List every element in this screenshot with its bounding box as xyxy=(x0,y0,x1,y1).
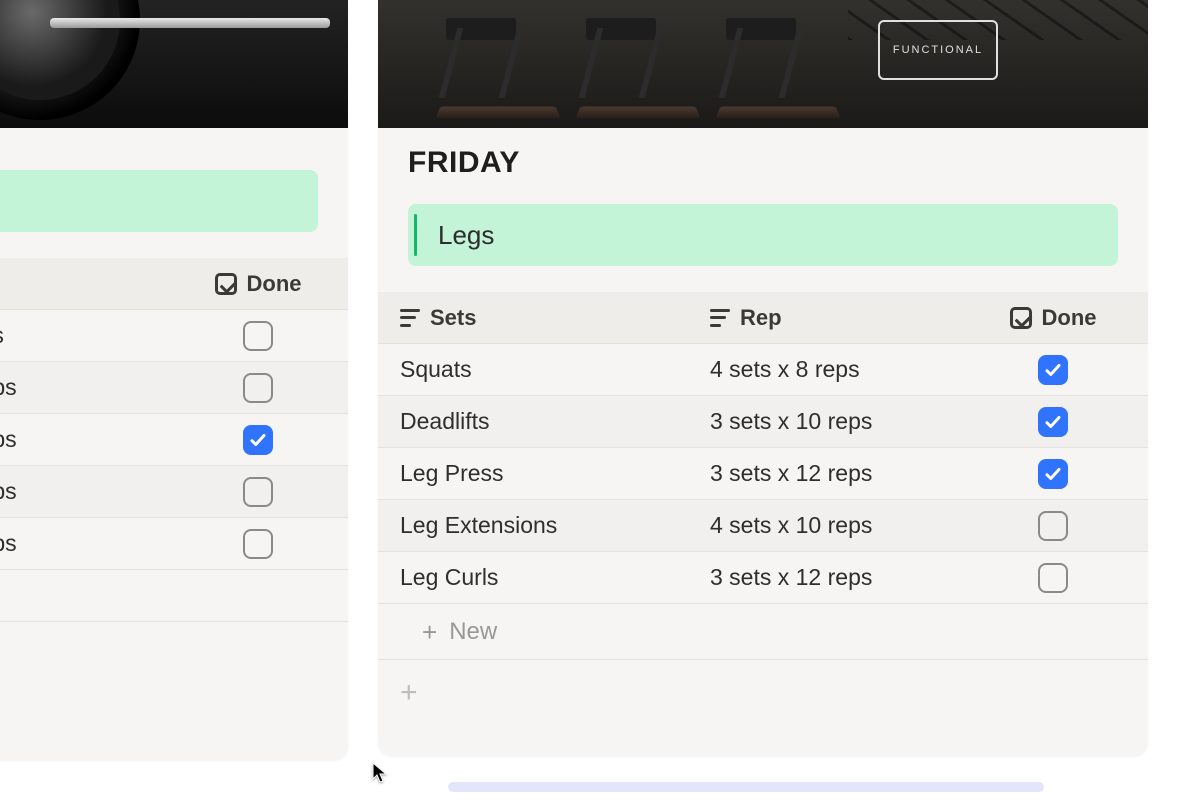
checkbox-header-icon xyxy=(215,273,237,295)
tag-pill-left[interactable] xyxy=(0,170,318,232)
cell-exercise[interactable]: Leg Curls xyxy=(378,564,688,591)
plus-icon: + xyxy=(422,619,437,645)
col-rep-label-right: Rep xyxy=(740,305,782,331)
cell-rep[interactable]: 4 sets x 10 reps xyxy=(688,512,958,539)
day-title-right: FRIDAY xyxy=(408,146,1118,180)
cell-rep[interactable]: x 10 reps xyxy=(0,374,168,401)
cell-done xyxy=(958,563,1148,593)
table-row[interactable]: Leg Press 3 sets x 12 reps xyxy=(378,448,1148,500)
cell-rep[interactable]: x 12 reps xyxy=(0,426,168,453)
table-row[interactable]: x 12 reps xyxy=(0,518,348,570)
table-left: p Done x 8 reps x 10 reps x 12 reps x 10 re… xyxy=(0,258,348,622)
rep-value: x 12 reps xyxy=(0,530,17,557)
col-done-label-left: Done xyxy=(247,271,302,297)
checkbox[interactable] xyxy=(243,425,273,455)
workout-card-left: p Done x 8 reps x 10 reps x 12 reps x 10 re… xyxy=(0,0,348,760)
cell-exercise[interactable]: Leg Extensions xyxy=(378,512,688,539)
rep-value: x 8 reps xyxy=(0,322,4,349)
exercise-name: Leg Curls xyxy=(400,564,498,591)
table-header-right: Sets Rep Done xyxy=(378,292,1148,344)
cell-exercise[interactable]: Leg Press xyxy=(378,460,688,487)
checkbox[interactable] xyxy=(1038,407,1068,437)
cover-sign: FUNCTIONAL xyxy=(878,20,998,80)
table-row[interactable]: Deadlifts 3 sets x 10 reps xyxy=(378,396,1148,448)
col-rep-right[interactable]: Rep xyxy=(688,305,958,331)
cell-done xyxy=(958,459,1148,489)
cell-done xyxy=(958,511,1148,541)
rep-value: 4 sets x 8 reps xyxy=(710,356,860,383)
col-sets-right[interactable]: Sets xyxy=(378,305,688,331)
checkbox-header-icon xyxy=(1010,307,1032,329)
cell-exercise[interactable]: Deadlifts xyxy=(378,408,688,435)
exercise-name: Leg Extensions xyxy=(400,512,557,539)
cover-image-left xyxy=(0,0,348,128)
col-done-right[interactable]: Done xyxy=(958,305,1148,331)
cell-done xyxy=(168,321,348,351)
card-header-left xyxy=(0,128,348,154)
table-row[interactable]: Squats 4 sets x 8 reps xyxy=(378,344,1148,396)
table-row[interactable]: Leg Curls 3 sets x 12 reps xyxy=(378,552,1148,604)
checkbox[interactable] xyxy=(243,373,273,403)
exercise-name: Leg Press xyxy=(400,460,504,487)
new-row-button[interactable]: + New xyxy=(378,604,1148,660)
checkbox[interactable] xyxy=(243,477,273,507)
text-column-icon xyxy=(400,309,420,327)
cell-done xyxy=(168,477,348,507)
col-done-label-right: Done xyxy=(1042,305,1097,331)
col-done-left[interactable]: Done xyxy=(168,271,348,297)
mouse-cursor-icon xyxy=(372,762,388,784)
checkbox[interactable] xyxy=(243,321,273,351)
checkbox[interactable] xyxy=(1038,355,1068,385)
cover-image-right: FUNCTIONAL xyxy=(378,0,1148,128)
table-row[interactable]: Leg Extensions 4 sets x 10 reps xyxy=(378,500,1148,552)
cell-rep[interactable]: x 10 reps xyxy=(0,478,168,505)
checkbox[interactable] xyxy=(1038,511,1068,541)
rep-value: 3 sets x 12 reps xyxy=(710,564,872,591)
rep-value: x 10 reps xyxy=(0,374,17,401)
tag-pill-right[interactable]: Legs xyxy=(408,204,1118,266)
cell-rep[interactable]: 4 sets x 8 reps xyxy=(688,356,958,383)
checkbox[interactable] xyxy=(243,529,273,559)
new-row-label: New xyxy=(449,618,497,646)
rep-value: x 10 reps xyxy=(0,478,17,505)
rep-value: x 12 reps xyxy=(0,426,17,453)
horizontal-scrollbar[interactable] xyxy=(448,782,1044,792)
rep-value: 3 sets x 12 reps xyxy=(710,460,872,487)
cell-done xyxy=(958,355,1148,385)
add-section-button[interactable]: + xyxy=(378,660,1148,726)
exercise-name: Squats xyxy=(400,356,472,383)
cell-rep[interactable]: x 12 reps xyxy=(0,530,168,557)
checkbox[interactable] xyxy=(1038,459,1068,489)
table-row[interactable]: x 12 reps xyxy=(0,414,348,466)
cell-done xyxy=(958,407,1148,437)
text-column-icon xyxy=(710,309,730,327)
cell-done xyxy=(168,373,348,403)
cell-done xyxy=(168,425,348,455)
cell-rep[interactable]: x 8 reps xyxy=(0,322,168,349)
col-rep-left[interactable]: p xyxy=(0,271,168,297)
exercise-name: Deadlifts xyxy=(400,408,489,435)
table-header-left: p Done xyxy=(0,258,348,310)
card-header-right: FRIDAY xyxy=(378,128,1148,188)
workout-card-friday: FUNCTIONAL FRIDAY Legs Sets Rep Done xyxy=(378,0,1148,756)
rep-value: 3 sets x 10 reps xyxy=(710,408,872,435)
table-row[interactable]: x 8 reps xyxy=(0,310,348,362)
rep-value: 4 sets x 10 reps xyxy=(710,512,872,539)
table-right: Sets Rep Done Squats 4 sets x 8 reps Deadl… xyxy=(378,292,1148,660)
cell-done xyxy=(168,529,348,559)
checkbox[interactable] xyxy=(1038,563,1068,593)
cell-exercise[interactable]: Squats xyxy=(378,356,688,383)
cell-rep[interactable]: 3 sets x 10 reps xyxy=(688,408,958,435)
tag-label-right: Legs xyxy=(438,220,494,251)
plus-icon: + xyxy=(400,676,418,709)
table-row[interactable]: x 10 reps xyxy=(0,466,348,518)
empty-row-left xyxy=(0,570,348,622)
col-sets-label-right: Sets xyxy=(430,305,476,331)
cell-rep[interactable]: 3 sets x 12 reps xyxy=(688,564,958,591)
table-row[interactable]: x 10 reps xyxy=(0,362,348,414)
cell-rep[interactable]: 3 sets x 12 reps xyxy=(688,460,958,487)
